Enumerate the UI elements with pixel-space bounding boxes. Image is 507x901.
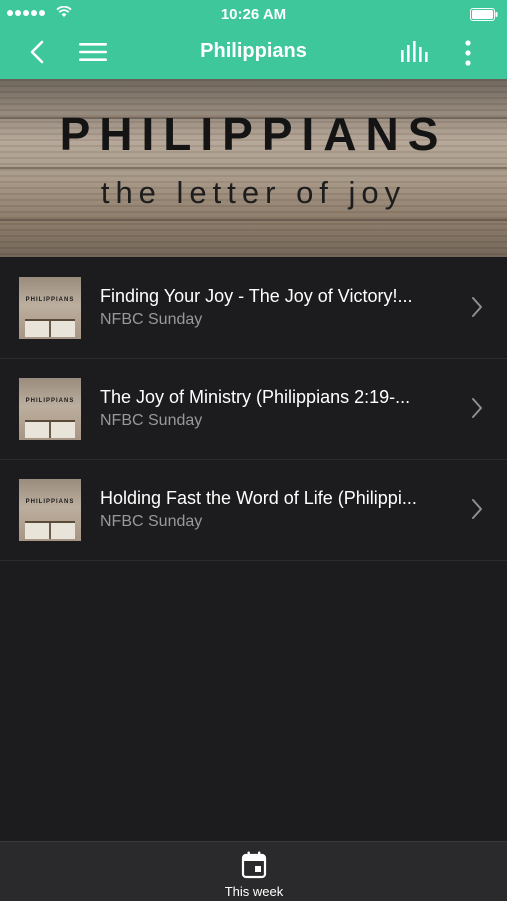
app-header: 10:26 AM Philippians: [0, 0, 507, 79]
thumbnail-text: PHILIPPIANS: [25, 398, 75, 404]
navigation-bar: Philippians: [0, 27, 507, 79]
book-image: [25, 319, 75, 337]
tab-this-week[interactable]: This week: [203, 842, 305, 901]
sermon-title: The Joy of Ministry (Philippians 2:19-..…: [100, 387, 411, 407]
series-banner: PHILIPPIANS the letter of joy: [0, 79, 507, 257]
sermon-row[interactable]: PHILIPPIANS The Joy of Ministry (Philipp…: [0, 359, 507, 460]
sermon-subtitle: NFBC Sunday: [100, 513, 203, 530]
stats-button[interactable]: [396, 37, 434, 67]
sermon-title: Finding Your Joy - The Joy of Victory!..…: [100, 286, 413, 306]
chevron-right-icon: [472, 297, 482, 317]
sermon-subtitle: NFBC Sunday: [100, 412, 203, 429]
more-icon: [465, 40, 471, 66]
sermon-title: Holding Fast the Word of Life (Philippi.…: [100, 488, 417, 508]
book-image: [25, 521, 75, 539]
wood-plank-line: [0, 219, 507, 221]
battery-icon: [470, 8, 498, 21]
sermon-subtitle: NFBC Sunday: [100, 311, 203, 328]
sermon-thumbnail: PHILIPPIANS: [19, 479, 81, 541]
sermon-thumbnail: PHILIPPIANS: [19, 378, 81, 440]
tab-bar: This week: [0, 841, 507, 901]
sermon-row[interactable]: PHILIPPIANS Finding Your Joy - The Joy o…: [0, 258, 507, 359]
sermon-list: PHILIPPIANS Finding Your Joy - The Joy o…: [0, 258, 507, 561]
stats-icon: [401, 41, 428, 62]
sermon-row[interactable]: PHILIPPIANS Holding Fast the Word of Lif…: [0, 460, 507, 561]
banner-subtitle: the letter of joy: [100, 175, 407, 210]
banner-title: PHILIPPIANS: [59, 108, 448, 160]
status-bar: 10:26 AM: [0, 0, 507, 27]
calendar-icon: [241, 851, 267, 879]
more-options-button[interactable]: [455, 37, 481, 69]
thumbnail-text: PHILIPPIANS: [25, 297, 75, 303]
book-image: [25, 420, 75, 438]
wood-plank-line: [0, 167, 507, 169]
tab-label: This week: [224, 884, 284, 899]
chevron-right-icon: [472, 398, 482, 418]
chevron-right-icon: [472, 499, 482, 519]
sermon-thumbnail: PHILIPPIANS: [19, 277, 81, 339]
status-time: 10:26 AM: [220, 6, 287, 23]
thumbnail-text: PHILIPPIANS: [25, 499, 75, 505]
